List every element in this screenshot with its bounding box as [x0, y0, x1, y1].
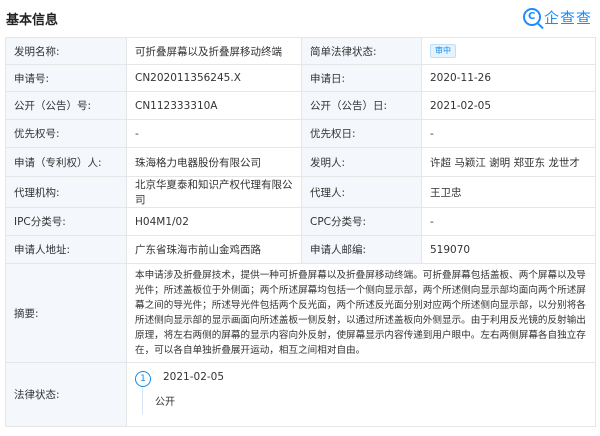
- inventor-value: 许超 马颖江 谢明 郑亚东 龙世才: [421, 147, 596, 177]
- pub-date-label: 公开（公告）日:: [301, 91, 422, 120]
- qcc-search-logo-icon: C: [522, 8, 541, 26]
- postcode-label: 申请人邮编:: [301, 235, 422, 264]
- pub-no-value: CN112333310A: [126, 91, 302, 120]
- priority-date-label: 优先权日:: [301, 119, 422, 148]
- legal-status-simple-cell: 审中: [421, 37, 596, 65]
- agent-label: 代理人:: [301, 176, 422, 208]
- section-title: 基本信息: [6, 13, 59, 28]
- postcode-value: 519070: [421, 235, 596, 264]
- timeline-line: [142, 388, 143, 414]
- table-row: 发明名称: 可折叠屏幕以及折叠屏移动终端 简单法律状态: 审中: [5, 37, 596, 65]
- address-value: 广东省珠海市前山金鸡西路: [126, 235, 302, 264]
- timeline-status: 公开: [155, 397, 175, 408]
- app-date-label: 申请日:: [301, 64, 422, 92]
- legal-status-simple-label: 简单法律状态:: [301, 37, 422, 65]
- table-row: 公开（公告）号: CN112333310A 公开（公告）日: 2021-02-0…: [5, 91, 596, 120]
- abstract-label: 摘要:: [5, 263, 127, 363]
- pub-no-label: 公开（公告）号:: [5, 91, 127, 120]
- status-badge: 审中: [430, 44, 456, 58]
- app-date-value: 2020-11-26: [421, 64, 596, 92]
- table-row: IPC分类号: H04M1/02 CPC分类号: -: [5, 207, 596, 236]
- priority-no-label: 优先权号:: [5, 119, 127, 148]
- table-row: 优先权号: - 优先权日: -: [5, 119, 596, 148]
- timeline-index-marker: 1: [135, 371, 151, 387]
- applicant-label: 申请（专利权）人:: [5, 147, 127, 177]
- app-no-value: CN202011356245.X: [126, 64, 302, 92]
- cpc-value: -: [421, 207, 596, 236]
- table-row: 法律状态: 1 2021-02-05 公开: [5, 362, 596, 427]
- priority-date-value: -: [421, 119, 596, 148]
- table-row: 申请（专利权）人: 珠海格力电器股份有限公司 发明人: 许超 马颖江 谢明 郑亚…: [5, 147, 596, 177]
- address-label: 申请人地址:: [5, 235, 127, 264]
- cpc-label: CPC分类号:: [301, 207, 422, 236]
- legal-status-timeline: 1 2021-02-05 公开: [126, 362, 596, 427]
- agent-value: 王卫忠: [421, 176, 596, 208]
- table-row: 摘要: 本申请涉及折叠屏技术，提供一种可折叠屏幕以及折叠屏移动终端。可折叠屏幕包…: [5, 263, 596, 363]
- legal-status-label: 法律状态:: [5, 362, 127, 427]
- table-row: 代理机构: 北京华夏泰和知识产权代理有限公司 代理人: 王卫忠: [5, 176, 596, 208]
- patent-info-table: 发明名称: 可折叠屏幕以及折叠屏移动终端 简单法律状态: 审中 申请号: CN2…: [5, 37, 596, 427]
- qichacha-logo[interactable]: C 企查查: [522, 6, 592, 28]
- agency-link[interactable]: 北京华夏泰和知识产权代理有限公司: [126, 176, 302, 208]
- table-row: 申请人地址: 广东省珠海市前山金鸡西路 申请人邮编: 519070: [5, 235, 596, 264]
- timeline-date: 2021-02-05: [163, 371, 225, 383]
- ipc-label: IPC分类号:: [5, 207, 127, 236]
- inventor-label: 发明人:: [301, 147, 422, 177]
- invention-name-value: 可折叠屏幕以及折叠屏移动终端: [126, 37, 302, 65]
- section-header: 基本信息 C 企查查: [0, 0, 600, 36]
- applicant-link[interactable]: 珠海格力电器股份有限公司: [126, 147, 302, 177]
- ipc-value: H04M1/02: [126, 207, 302, 236]
- abstract-text: 本申请涉及折叠屏技术，提供一种可折叠屏幕以及折叠屏移动终端。可折叠屏幕包括盖板、…: [126, 263, 596, 363]
- pub-date-value: 2021-02-05: [421, 91, 596, 120]
- invention-name-label: 发明名称:: [5, 37, 127, 65]
- table-row: 申请号: CN202011356245.X 申请日: 2020-11-26: [5, 64, 596, 92]
- app-no-label: 申请号:: [5, 64, 127, 92]
- agency-label: 代理机构:: [5, 176, 127, 208]
- priority-no-value: -: [126, 119, 302, 148]
- brand-name: 企查查: [543, 8, 592, 27]
